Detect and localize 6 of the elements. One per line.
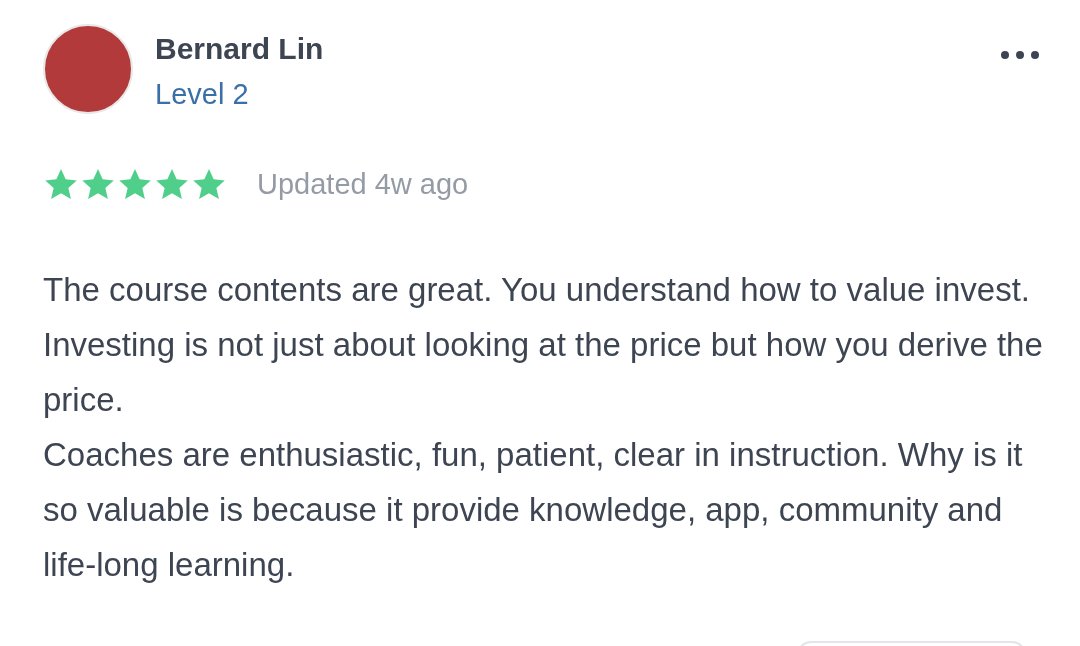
- updated-time: Updated 4w ago: [257, 167, 469, 201]
- more-options-icon[interactable]: [1000, 50, 1040, 60]
- author-name: Bernard Lin: [155, 32, 324, 66]
- review-text: The course contents are great. You understand how to value invest. Investing is not just about looking at the price but how you derive the price.: [43, 270, 1044, 420]
- author-level: Level 2: [155, 78, 250, 111]
- review-text: Coaches are enthusiastic, fun, patient, clear in instruction. Why is it so valuable is because it provide knowledge, app, community and life-long learning.: [43, 435, 1024, 585]
